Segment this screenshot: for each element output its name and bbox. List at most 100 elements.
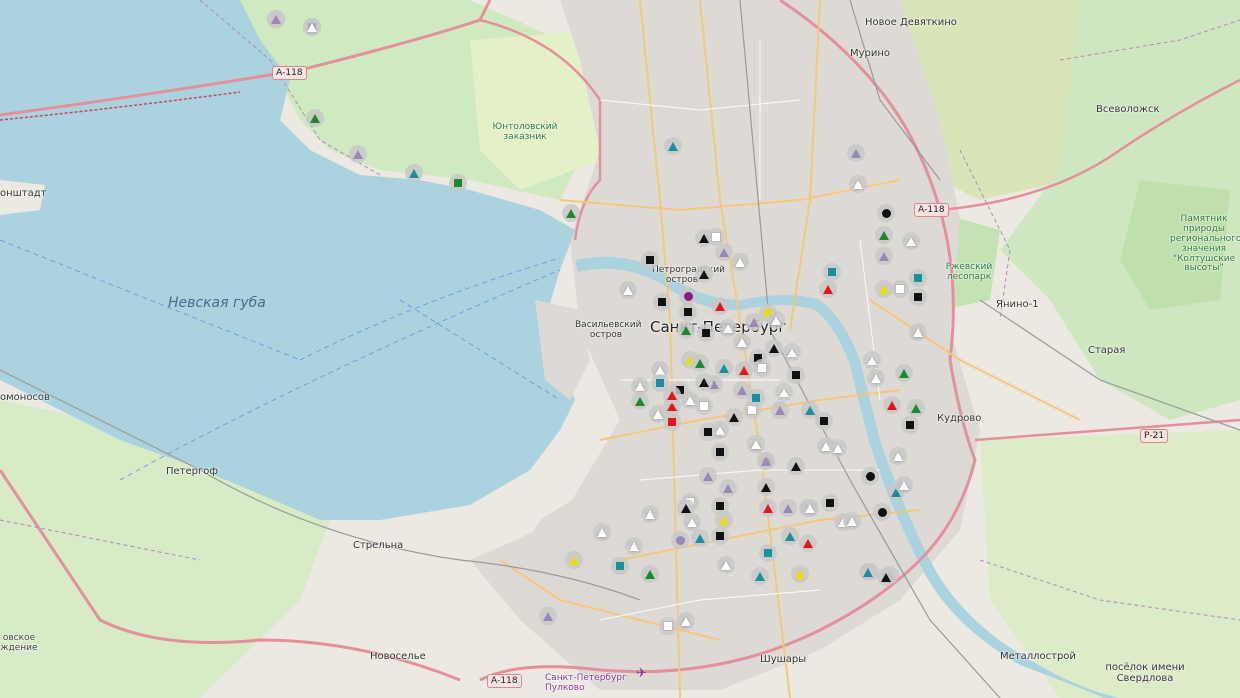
map-marker[interactable]	[715, 511, 733, 529]
map-marker[interactable]	[641, 251, 659, 269]
map-marker[interactable]	[757, 452, 775, 470]
map-marker[interactable]	[653, 293, 671, 311]
map-marker[interactable]	[565, 551, 583, 569]
map-marker[interactable]	[779, 499, 797, 517]
map-marker[interactable]	[873, 503, 891, 521]
map-marker[interactable]	[757, 478, 775, 496]
map-marker[interactable]	[771, 401, 789, 419]
map-marker[interactable]	[711, 297, 729, 315]
map-marker[interactable]	[787, 457, 805, 475]
map-marker[interactable]	[631, 392, 649, 410]
map-marker[interactable]	[719, 319, 737, 337]
map-marker[interactable]	[847, 144, 865, 162]
map-marker[interactable]	[759, 544, 777, 562]
map-marker[interactable]	[641, 565, 659, 583]
map-marker[interactable]	[861, 467, 879, 485]
map-marker[interactable]	[843, 512, 861, 530]
map-marker[interactable]	[711, 443, 729, 461]
map-marker[interactable]	[539, 607, 557, 625]
map-marker[interactable]	[747, 435, 765, 453]
map-marker[interactable]	[877, 568, 895, 586]
map-marker[interactable]	[649, 405, 667, 423]
map-marker[interactable]	[449, 174, 467, 192]
map-marker[interactable]	[349, 145, 367, 163]
map-marker[interactable]	[819, 280, 837, 298]
map-marker[interactable]	[717, 556, 735, 574]
map-marker[interactable]	[719, 479, 737, 497]
map-marker[interactable]	[697, 324, 715, 342]
map-marker[interactable]	[677, 499, 695, 517]
map-marker[interactable]	[863, 351, 881, 369]
map-marker[interactable]	[664, 137, 682, 155]
map-marker[interactable]	[875, 247, 893, 265]
map-marker[interactable]	[593, 523, 611, 541]
map-marker[interactable]	[829, 439, 847, 457]
map-marker[interactable]	[902, 232, 920, 250]
map-marker[interactable]	[753, 359, 771, 377]
map-marker[interactable]	[625, 537, 643, 555]
map-marker[interactable]	[715, 243, 733, 261]
map-marker[interactable]	[611, 557, 629, 575]
map-marker[interactable]	[747, 389, 765, 407]
map-marker[interactable]	[735, 361, 753, 379]
map-marker[interactable]	[715, 359, 733, 377]
map-marker[interactable]	[909, 269, 927, 287]
map-marker[interactable]	[765, 339, 783, 357]
map-marker[interactable]	[767, 311, 785, 329]
map-marker[interactable]	[801, 499, 819, 517]
circle-marker-icon	[683, 291, 693, 301]
map-marker[interactable]	[781, 527, 799, 545]
map-marker[interactable]	[562, 204, 580, 222]
map-marker[interactable]	[867, 369, 885, 387]
map-marker[interactable]	[691, 354, 709, 372]
map-marker[interactable]	[759, 499, 777, 517]
map-marker[interactable]	[699, 423, 717, 441]
map-marker[interactable]	[641, 505, 659, 523]
map-marker[interactable]	[889, 447, 907, 465]
map-marker[interactable]	[875, 226, 893, 244]
map-marker[interactable]	[895, 476, 913, 494]
map-marker[interactable]	[306, 109, 324, 127]
map-marker[interactable]	[659, 617, 677, 635]
map-marker[interactable]	[691, 529, 709, 547]
triangle-marker-icon	[783, 503, 793, 513]
map-marker[interactable]	[695, 265, 713, 283]
map-marker[interactable]	[849, 175, 867, 193]
map-marker[interactable]	[671, 531, 689, 549]
map-marker[interactable]	[733, 333, 751, 351]
map-marker[interactable]	[663, 386, 681, 404]
map-canvas[interactable]: Невская губа Новое Девяткино Мурино Всев…	[0, 0, 1240, 698]
map-marker[interactable]	[787, 366, 805, 384]
map-marker[interactable]	[783, 343, 801, 361]
map-marker[interactable]	[725, 408, 743, 426]
map-marker[interactable]	[799, 534, 817, 552]
map-marker[interactable]	[909, 323, 927, 341]
map-marker[interactable]	[895, 364, 913, 382]
map-marker[interactable]	[891, 280, 909, 298]
map-marker[interactable]	[405, 164, 423, 182]
map-marker[interactable]	[731, 253, 749, 271]
map-marker[interactable]	[909, 288, 927, 306]
map-marker[interactable]	[883, 396, 901, 414]
map-marker[interactable]	[751, 567, 769, 585]
map-marker[interactable]	[679, 303, 697, 321]
map-marker[interactable]	[821, 494, 839, 512]
map-marker[interactable]	[695, 397, 713, 415]
map-marker[interactable]	[699, 467, 717, 485]
map-marker[interactable]	[901, 416, 919, 434]
map-marker[interactable]	[695, 373, 713, 391]
map-marker[interactable]	[791, 565, 809, 583]
map-marker[interactable]	[677, 612, 695, 630]
map-marker[interactable]	[619, 281, 637, 299]
map-marker[interactable]	[823, 263, 841, 281]
map-marker[interactable]	[267, 10, 285, 28]
map-marker[interactable]	[677, 321, 695, 339]
map-marker[interactable]	[877, 204, 895, 222]
map-marker[interactable]	[907, 399, 925, 417]
map-marker[interactable]	[711, 527, 729, 545]
triangle-marker-icon	[353, 149, 363, 159]
map-marker[interactable]	[859, 563, 877, 581]
map-marker[interactable]	[303, 18, 321, 36]
map-marker[interactable]	[775, 383, 793, 401]
map-marker[interactable]	[815, 412, 833, 430]
